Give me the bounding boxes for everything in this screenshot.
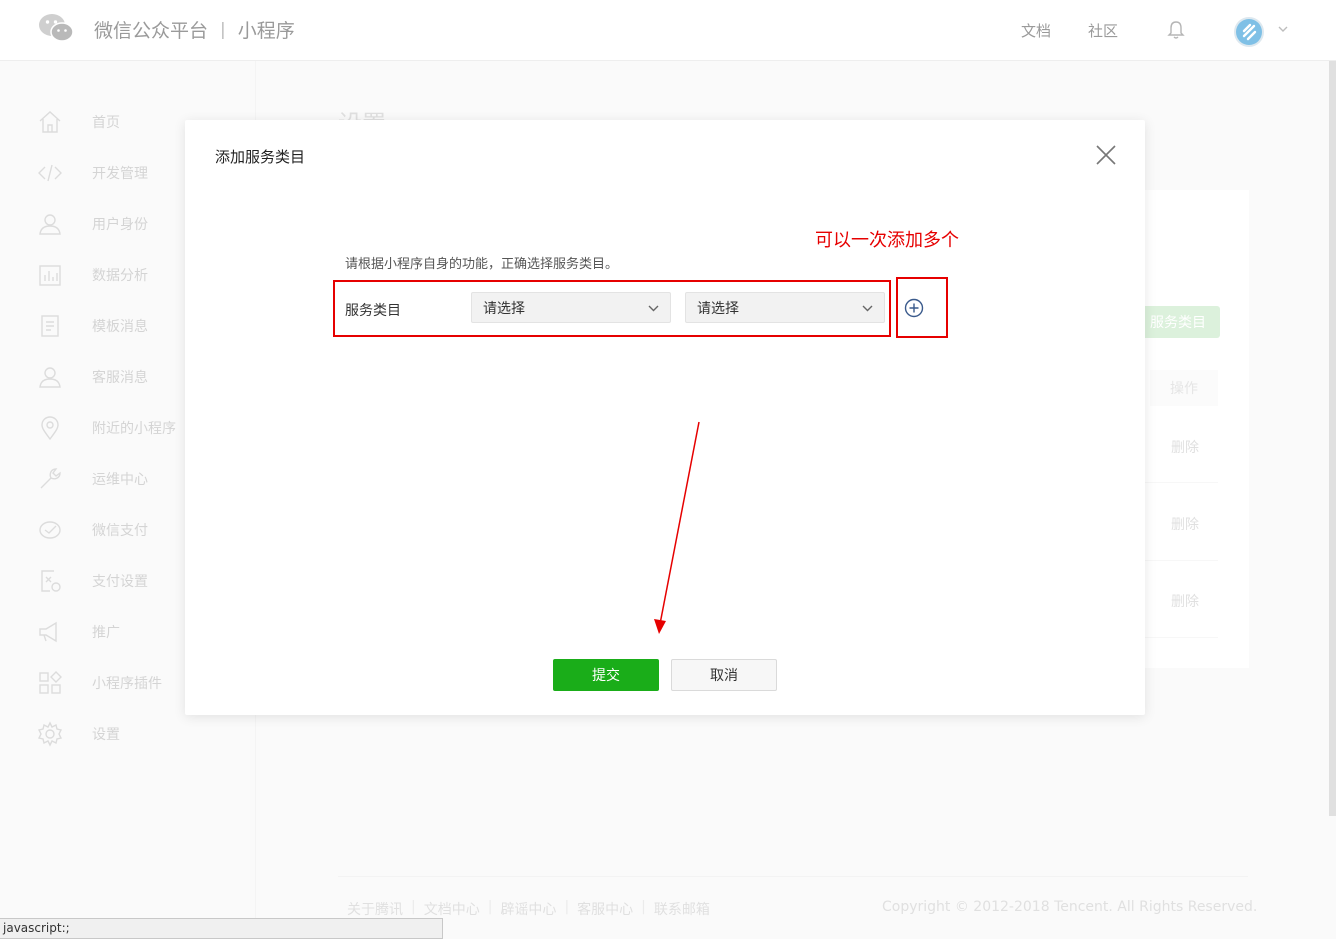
- cancel-button[interactable]: 取消: [671, 659, 777, 691]
- bell-icon[interactable]: [1167, 20, 1185, 40]
- submit-button[interactable]: 提交: [553, 659, 659, 691]
- brand-sub: 小程序: [237, 20, 295, 42]
- annotation-box-category-row: [333, 280, 891, 337]
- close-icon[interactable]: [1095, 144, 1117, 166]
- brand-main: 微信公众平台: [94, 20, 209, 42]
- avatar-logo-icon: [1236, 19, 1262, 45]
- browser-status-bar: javascript:;: [0, 918, 443, 939]
- avatar[interactable]: [1234, 17, 1264, 47]
- wechat-logo-icon[interactable]: [38, 12, 74, 44]
- dialog-title: 添加服务类目: [215, 148, 306, 166]
- top-header: 微信公众平台 | 小程序 文档 社区: [0, 0, 1336, 61]
- annotation-arrow: [654, 421, 700, 634]
- brand-title[interactable]: 微信公众平台 | 小程序: [94, 16, 295, 43]
- community-link[interactable]: 社区: [1088, 20, 1118, 41]
- annotation-box-plus: [896, 277, 948, 338]
- docs-link[interactable]: 文档: [1021, 20, 1051, 41]
- add-category-dialog: 添加服务类目 可以一次添加多个 请根据小程序自身的功能，正确选择服务类目。 服务…: [185, 120, 1145, 715]
- brand-separator: |: [220, 19, 226, 40]
- annotation-text: 可以一次添加多个: [815, 230, 959, 251]
- chevron-down-icon[interactable]: [1276, 22, 1290, 36]
- dialog-description: 请根据小程序自身的功能，正确选择服务类目。: [345, 257, 619, 272]
